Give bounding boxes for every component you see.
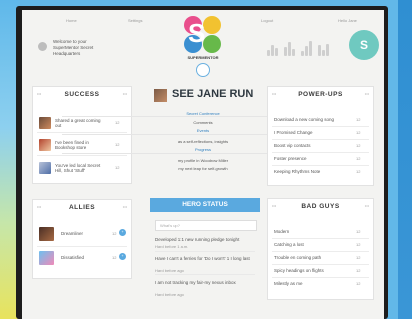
powerups-meta-1: 12 xyxy=(356,117,361,122)
badguys-item-1[interactable]: Modern xyxy=(274,229,344,234)
allies-thumb-1 xyxy=(39,227,54,241)
powerups-divider-2 xyxy=(272,139,369,140)
powerups-divider-4 xyxy=(272,165,369,166)
logo-ring-icon xyxy=(196,63,210,77)
success-title: SUCCESS xyxy=(64,91,100,98)
supermentor-logo: S xyxy=(182,14,224,56)
herostatus-post-3[interactable]: I am not tracking my fair-my nexus inbox xyxy=(155,280,251,285)
allies-meta-2: 12 xyxy=(112,255,117,260)
allies-item-1[interactable]: Dreamliner xyxy=(61,231,83,236)
welcome-icon xyxy=(38,42,47,51)
background-right-strip xyxy=(398,0,412,319)
herostatus-header: HERO STATUS xyxy=(150,198,260,212)
powerups-item-1[interactable]: Download a new coming song xyxy=(274,117,344,122)
powerups-item-2[interactable]: I Promised Change xyxy=(274,130,344,135)
herostatus-time-1: Hard before 1 a.m. xyxy=(155,244,189,249)
badguys-item-4[interactable]: Spicy headings on flights xyxy=(274,268,344,273)
badguys-menu-icon[interactable]: ••• xyxy=(272,203,276,208)
powerups-panel: POWER-UPS ••• ••• Download a new coming … xyxy=(267,86,374,186)
badguys-more-icon[interactable]: ••• xyxy=(365,203,369,208)
powerups-item-5[interactable]: Keeping Rhythms Note xyxy=(274,169,344,174)
herostatus-time-2: Hard before ago xyxy=(155,268,184,273)
powerups-meta-4: 12 xyxy=(356,156,361,161)
badguys-item-2[interactable]: Catching a lost xyxy=(274,242,344,247)
allies-item-2[interactable]: Dissatisfied xyxy=(61,255,84,260)
badguys-meta-5: 12 xyxy=(356,281,361,286)
allies-badge-2[interactable]: + xyxy=(119,253,126,260)
herostatus-input-placeholder: What's up? xyxy=(160,223,180,228)
allies-thumb-2 xyxy=(39,251,54,265)
powerups-more-icon[interactable]: ••• xyxy=(365,91,369,96)
success-divider-2 xyxy=(37,155,127,156)
allies-title: ALLIES xyxy=(68,204,96,211)
badguys-meta-4: 12 xyxy=(356,268,361,273)
success-more-icon[interactable]: ••• xyxy=(123,91,127,96)
success-menu-icon[interactable]: ••• xyxy=(37,91,41,96)
powerups-meta-5: 12 xyxy=(356,169,361,174)
center-title: SEE JANE RUN xyxy=(172,88,254,100)
powerups-divider-3 xyxy=(272,152,369,153)
herostatus-divider-1 xyxy=(155,251,255,252)
logo-text: SUPERMENTOR xyxy=(187,55,219,60)
allies-badge-1[interactable]: + xyxy=(119,229,126,236)
allies-menu-icon[interactable]: ••• xyxy=(37,204,41,209)
top-logout-link[interactable]: Logout xyxy=(261,18,273,23)
badguys-meta-3: 12 xyxy=(356,255,361,260)
herostatus-title: HERO STATUS xyxy=(182,201,228,208)
badguys-item-5[interactable]: Milestly as me xyxy=(274,281,344,286)
app-screen: Home Settings Logout Hello Jane Welcome … xyxy=(22,10,384,319)
powerups-title: POWER-UPS xyxy=(298,91,343,98)
allies-more-icon[interactable]: ••• xyxy=(123,204,127,209)
center-header: SEE JANE RUN xyxy=(154,86,266,108)
bar-icon-2 xyxy=(284,38,300,56)
badguys-title: BAD GUYS xyxy=(301,203,340,210)
badguys-meta-2: 12 xyxy=(356,242,361,247)
center-avatar xyxy=(154,89,167,102)
herostatus-time-3: Hard before ago xyxy=(155,292,184,297)
top-settings-link[interactable]: Settings xyxy=(128,18,142,23)
top-home-link[interactable]: Home xyxy=(66,18,77,23)
badguys-divider-1 xyxy=(272,238,369,239)
allies-panel: ALLIES ••• ••• Dreamliner 12 + Dissatisf… xyxy=(32,199,132,279)
powerups-meta-3: 12 xyxy=(356,143,361,148)
herostatus-post-2[interactable]: Have I can't a ferries for 'Do I won't' … xyxy=(155,256,251,261)
powerups-menu-icon[interactable]: ••• xyxy=(272,91,276,96)
profile-badge-icon[interactable]: S xyxy=(349,30,379,60)
powerups-item-3[interactable]: Boost vip contacts xyxy=(274,143,344,148)
bar-icon-3 xyxy=(301,38,317,56)
powerups-divider-1 xyxy=(272,126,369,127)
welcome-note: Welcome to your SuperMentor Secret Headq… xyxy=(53,39,94,56)
herostatus-divider-2 xyxy=(155,274,255,275)
powerups-meta-2: 12 xyxy=(356,130,361,135)
bar-icon-4 xyxy=(318,38,334,56)
bar-icon-1 xyxy=(267,38,283,56)
badguys-item-3[interactable]: Trouble en coming path xyxy=(274,255,344,260)
allies-divider-1 xyxy=(37,246,127,247)
badguys-divider-3 xyxy=(272,264,369,265)
badguys-divider-4 xyxy=(272,277,369,278)
top-hello-link[interactable]: Hello Jane xyxy=(338,18,357,23)
allies-meta-1: 12 xyxy=(112,231,117,236)
badguys-divider-2 xyxy=(272,251,369,252)
badguys-meta-1: 12 xyxy=(356,229,361,234)
powerups-item-4[interactable]: Foster presence xyxy=(274,156,344,161)
badguys-panel: BAD GUYS ••• ••• Modern 12 Catching a lo… xyxy=(267,198,374,300)
herostatus-input[interactable]: What's up? xyxy=(155,220,257,231)
herostatus-post-1[interactable]: Developed 1:1 new running pledge tonight xyxy=(155,237,251,242)
